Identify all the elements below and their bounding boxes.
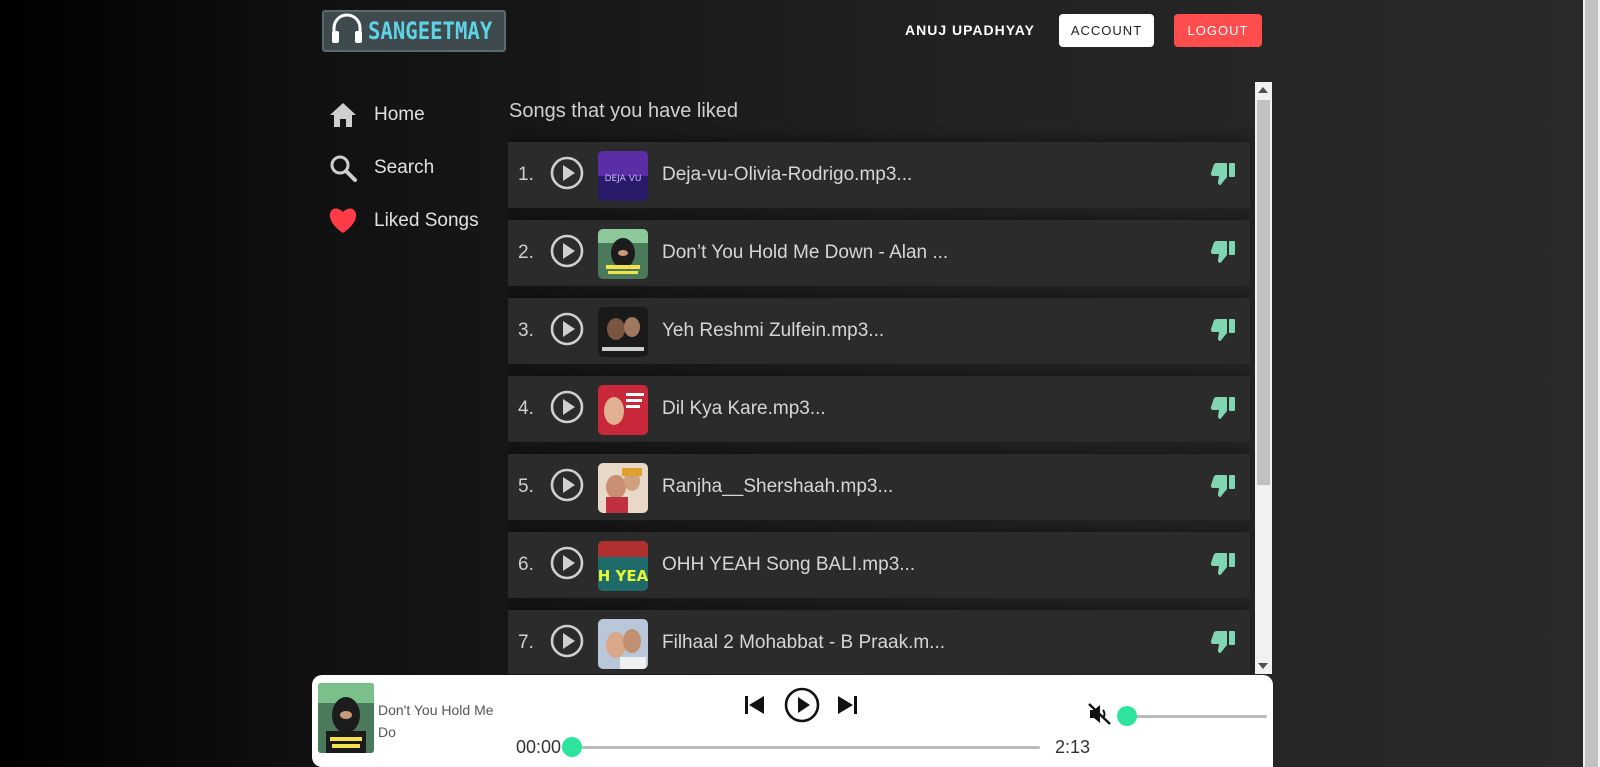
song-number: 7. bbox=[518, 632, 534, 653]
song-row[interactable]: 7. Filhaal 2 Mohabbat - B Praak.m... bbox=[508, 610, 1250, 674]
play-circle-icon[interactable] bbox=[550, 312, 584, 351]
svg-text:HH YEAH: HH YEAH bbox=[598, 567, 648, 585]
song-thumbnail bbox=[598, 619, 648, 669]
play-circle-icon[interactable] bbox=[550, 390, 584, 429]
thumbs-down-icon[interactable] bbox=[1210, 318, 1236, 347]
music-player: Don't You Hold Me Do 00:00 2:13 bbox=[312, 675, 1273, 767]
thumbs-down-icon[interactable] bbox=[1210, 396, 1236, 425]
home-icon bbox=[328, 100, 358, 130]
song-title[interactable]: OHH YEAH Song BALI.mp3... bbox=[662, 554, 915, 576]
current-time: 00:00 bbox=[516, 737, 562, 757]
song-title[interactable]: Deja-vu-Olivia-Rodrigo.mp3... bbox=[662, 164, 912, 186]
song-row[interactable]: 1. DEJA VU Deja-vu-Olivia-Rodrigo.mp3... bbox=[508, 142, 1250, 208]
now-playing-cover bbox=[318, 683, 374, 753]
play-circle-icon[interactable] bbox=[550, 468, 584, 507]
app-logo[interactable]: SANGEETMAY bbox=[322, 10, 506, 52]
list-scrollbar[interactable] bbox=[1255, 82, 1272, 674]
song-number: 6. bbox=[518, 554, 534, 575]
sidebar-item-liked-songs[interactable]: Liked Songs bbox=[328, 194, 479, 247]
headphones-icon bbox=[330, 13, 364, 50]
now-playing-title: Don't You Hold Me Do bbox=[378, 702, 494, 740]
song-thumbnail: HH YEAH bbox=[598, 541, 648, 591]
song-title[interactable]: Don’t You Hold Me Down - Alan ... bbox=[662, 242, 948, 264]
song-thumbnail bbox=[598, 229, 648, 279]
sidebar-item-home[interactable]: Home bbox=[328, 88, 479, 141]
scroll-down-arrow-icon[interactable] bbox=[1258, 663, 1268, 669]
volume-muted-icon[interactable] bbox=[1088, 703, 1112, 730]
song-row[interactable]: 3. Yeh Reshmi Zulfein.mp3... bbox=[508, 298, 1250, 364]
previous-track-icon[interactable] bbox=[744, 695, 766, 720]
sidebar-item-label: Liked Songs bbox=[374, 209, 479, 231]
song-row[interactable]: 2. Don’t You Hold Me Down - Alan ... bbox=[508, 220, 1250, 286]
seek-bar[interactable] bbox=[582, 746, 1040, 749]
sidebar-item-label: Home bbox=[374, 103, 425, 125]
thumbs-down-icon[interactable] bbox=[1210, 474, 1236, 503]
sidebar-item-label: Search bbox=[374, 156, 435, 178]
thumbs-down-icon[interactable] bbox=[1210, 552, 1236, 581]
volume-knob[interactable] bbox=[1117, 706, 1137, 726]
volume-slider[interactable] bbox=[1127, 715, 1267, 718]
page-scrollbar-thumb[interactable] bbox=[1585, 0, 1598, 767]
thumbs-down-icon[interactable] bbox=[1210, 162, 1236, 191]
song-number: 5. bbox=[518, 476, 534, 497]
svg-text:DEJA VU: DEJA VU bbox=[605, 174, 642, 184]
liked-songs-panel: Songs that you have liked 1. DEJA VU Deja-… bbox=[508, 82, 1255, 674]
page-scrollbar[interactable] bbox=[1583, 0, 1600, 767]
play-circle-icon[interactable] bbox=[550, 156, 584, 195]
sidebar-item-search[interactable]: Search bbox=[328, 141, 479, 194]
song-list: 1. DEJA VU Deja-vu-Olivia-Rodrigo.mp3... 2.… bbox=[508, 142, 1250, 674]
logout-button[interactable]: LOGOUT bbox=[1174, 14, 1262, 47]
song-number: 2. bbox=[518, 242, 534, 263]
song-thumbnail: DEJA VU bbox=[598, 151, 648, 201]
user-name: ANUJ UPADHYAY bbox=[905, 22, 1035, 38]
play-pause-button[interactable] bbox=[784, 687, 820, 728]
search-icon bbox=[328, 153, 358, 183]
play-circle-icon[interactable] bbox=[550, 624, 584, 663]
song-number: 4. bbox=[518, 398, 534, 419]
song-title[interactable]: Ranjha__Shershaah.mp3... bbox=[662, 476, 893, 498]
song-row[interactable]: 4. Dil Kya Kare.mp3... bbox=[508, 376, 1250, 442]
heart-icon bbox=[328, 206, 358, 236]
scrollbar-thumb[interactable] bbox=[1257, 100, 1270, 485]
scroll-up-arrow-icon[interactable] bbox=[1258, 87, 1268, 93]
play-circle-icon[interactable] bbox=[550, 546, 584, 585]
song-thumbnail bbox=[598, 463, 648, 513]
song-title[interactable]: Dil Kya Kare.mp3... bbox=[662, 398, 826, 420]
seek-knob[interactable] bbox=[562, 737, 582, 757]
page-title: Songs that you have liked bbox=[509, 100, 739, 122]
logo-text: SANGEETMAY bbox=[368, 17, 493, 45]
account-button[interactable]: ACCOUNT bbox=[1059, 14, 1154, 47]
song-number: 1. bbox=[518, 164, 534, 185]
song-title[interactable]: Filhaal 2 Mohabbat - B Praak.m... bbox=[662, 632, 945, 654]
song-row[interactable]: 6. HH YEAH OHH YEAH Song BALI.mp3... bbox=[508, 532, 1250, 598]
song-title[interactable]: Yeh Reshmi Zulfein.mp3... bbox=[662, 320, 884, 342]
thumbs-down-icon[interactable] bbox=[1210, 630, 1236, 659]
song-number: 3. bbox=[518, 320, 534, 341]
song-thumbnail bbox=[598, 307, 648, 357]
play-circle-icon[interactable] bbox=[550, 234, 584, 273]
sidebar: Home Search Liked Songs bbox=[328, 88, 479, 247]
duration: 2:13 bbox=[1055, 737, 1091, 757]
next-track-icon[interactable] bbox=[836, 695, 858, 720]
thumbs-down-icon[interactable] bbox=[1210, 240, 1236, 269]
song-row[interactable]: 5. Ranjha__Shershaah.mp3... bbox=[508, 454, 1250, 520]
song-thumbnail bbox=[598, 385, 648, 435]
